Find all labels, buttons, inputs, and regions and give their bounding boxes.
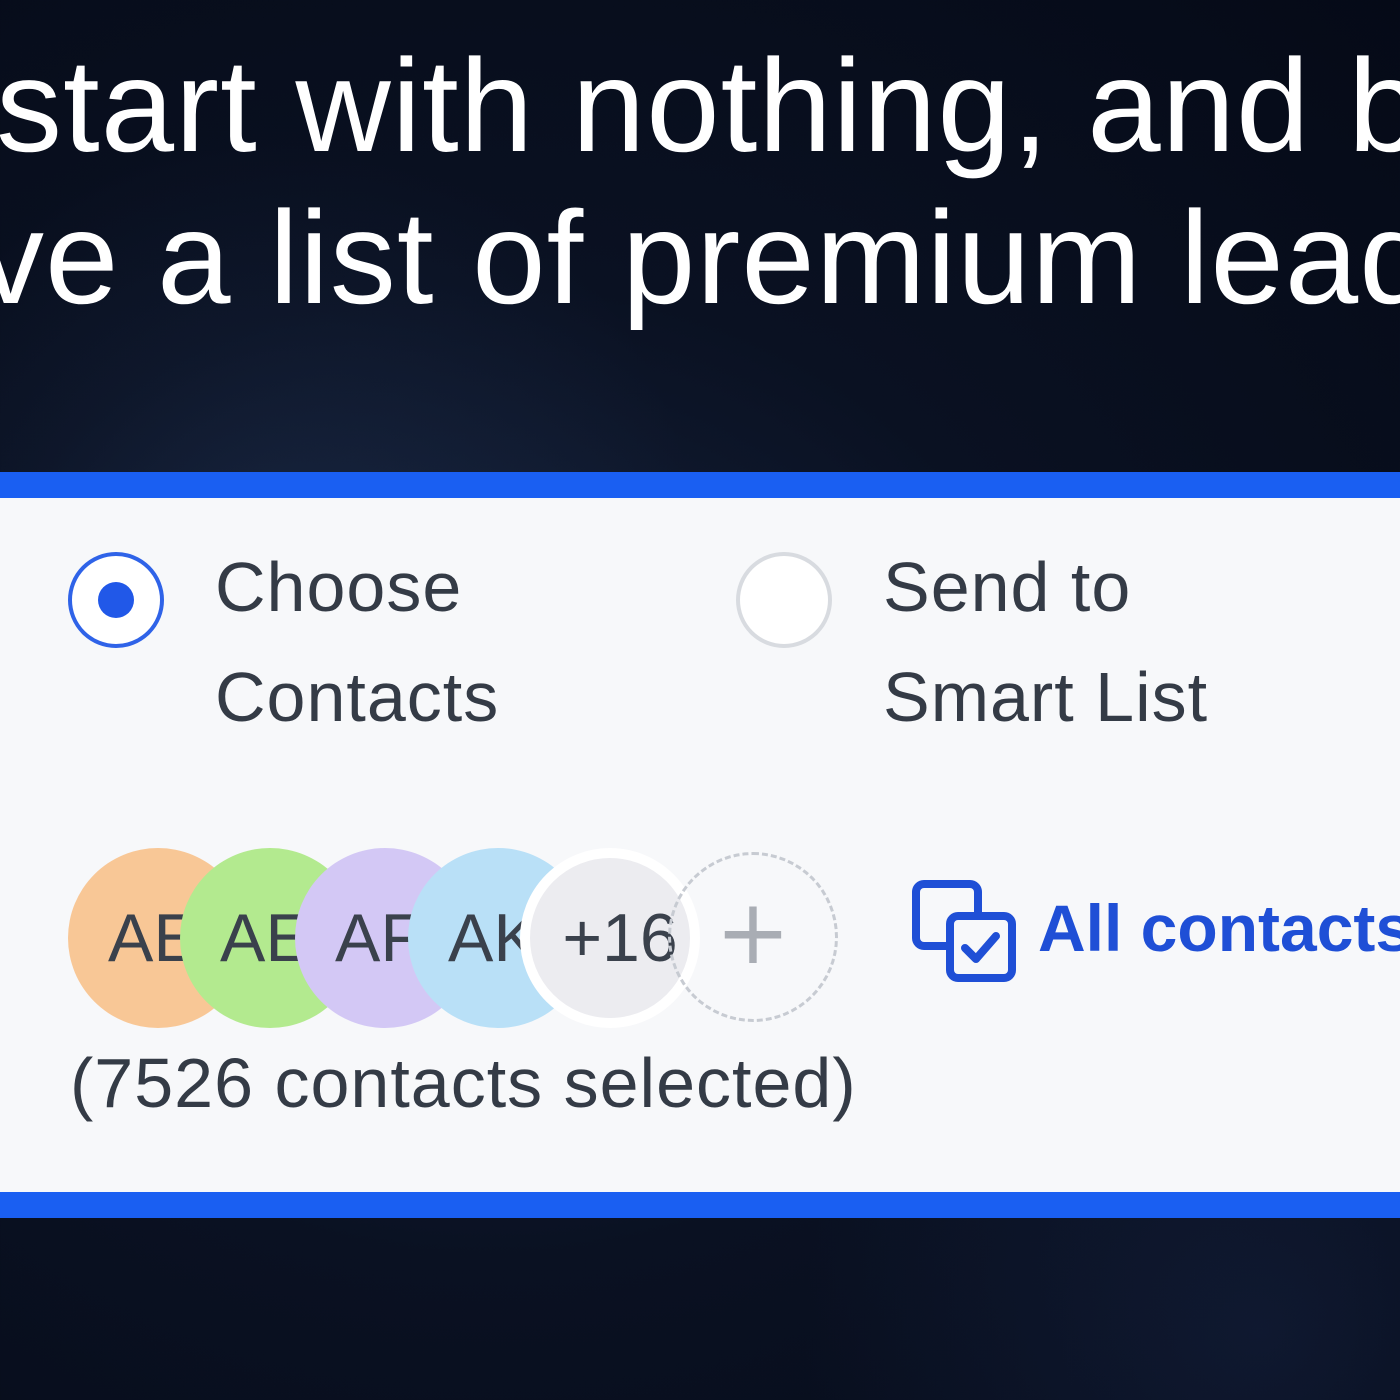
plus-icon: + — [715, 880, 791, 985]
choose-contacts-label[interactable]: Choose Contacts — [215, 532, 499, 752]
headline-line-1: start with nothing, and by — [0, 32, 1400, 179]
choose-contacts-radio[interactable] — [68, 552, 164, 648]
smart-list-radio[interactable] — [736, 552, 832, 648]
selected-count-text: (7526 contacts selected) — [70, 1044, 857, 1122]
all-contacts-label: All contacts — [1038, 891, 1400, 965]
copy-check-icon — [912, 880, 1016, 982]
smart-list-label[interactable]: Send to Smart List — [883, 532, 1208, 752]
headline-line-2: ve a list of premium leads — [0, 184, 1400, 330]
add-contact-button[interactable]: + — [668, 852, 838, 1022]
headline: start with nothing, and by ve a list of … — [0, 0, 1400, 330]
recipient-panel: Choose Contacts Send to Smart List AE AE… — [0, 472, 1400, 1218]
